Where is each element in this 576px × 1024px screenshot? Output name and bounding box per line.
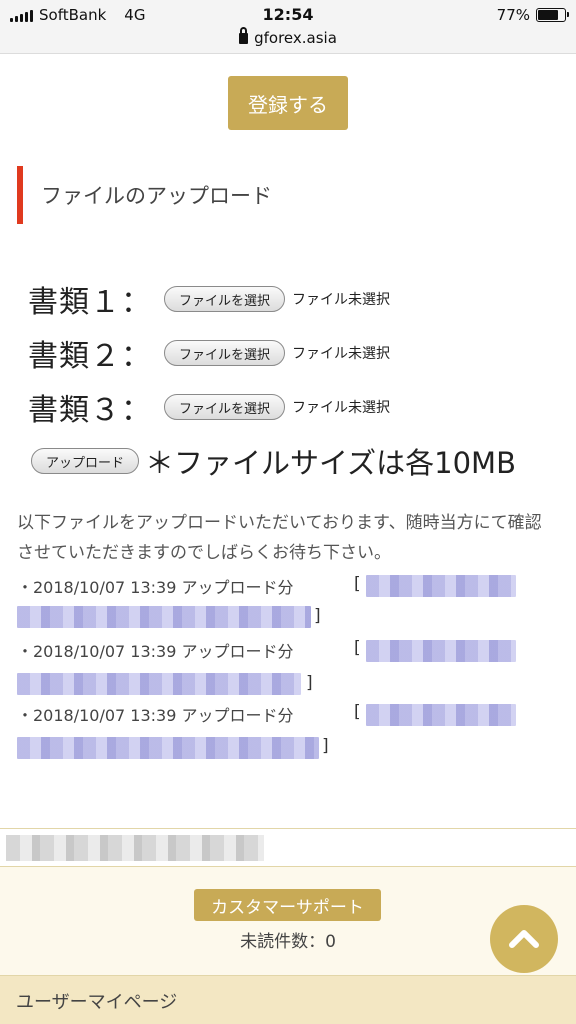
upload-button[interactable]: アップロード — [31, 448, 140, 474]
document-row-1: 書類１： ファイルを選択 ファイル未選択 — [28, 277, 390, 321]
uploaded-file-link-3-cont[interactable] — [17, 737, 319, 759]
bracket-close: ] — [314, 606, 321, 626]
upload-notice: 以下ファイルをアップロードいただいております、随時当方にて確認させていただきます… — [17, 513, 542, 563]
address-bar[interactable]: gforex.asia — [0, 27, 576, 47]
choose-file-button-2[interactable]: ファイルを選択 — [164, 340, 286, 366]
unread-count-text: 未読件数：0 — [240, 932, 336, 952]
uploaded-item-3-text: ・2018/10/07 13:39 アップロード分 — [17, 706, 294, 725]
document-row-2: 書類２： ファイルを選択 ファイル未選択 — [28, 331, 390, 375]
uploaded-file-link-1-cont[interactable] — [17, 606, 311, 628]
battery-fill — [538, 10, 559, 20]
uploaded-file-link-2[interactable] — [366, 640, 516, 662]
status-bar: SoftBank 4G 12:54 gforex.asia 77% — [0, 0, 576, 54]
document-label: 書類２： — [28, 339, 152, 374]
bracket-close: ] — [306, 673, 313, 693]
url-text: gforex.asia — [254, 29, 337, 47]
uploaded-file-link-3[interactable] — [366, 704, 516, 726]
scroll-to-top-button[interactable] — [490, 905, 558, 973]
uploaded-item-1-text: ・2018/10/07 13:39 アップロード分 — [17, 578, 294, 597]
choose-file-button-3[interactable]: ファイルを選択 — [164, 394, 286, 420]
uploaded-item-2-text: ・2018/10/07 13:39 アップロード分 — [17, 642, 294, 661]
chevron-up-icon — [509, 930, 539, 948]
uploaded-file-link-1[interactable] — [366, 575, 516, 597]
file-status: ファイル未選択 — [292, 400, 391, 416]
bracket-open: [ — [354, 638, 361, 658]
upload-row: アップロード ＊ファイルサイズは各10MB — [31, 440, 516, 482]
battery-icon — [536, 8, 569, 22]
choose-file-button-1[interactable]: ファイルを選択 — [164, 286, 286, 312]
register-button[interactable]: 登録する — [228, 76, 348, 130]
clock: 12:54 — [262, 5, 314, 24]
file-status: ファイル未選択 — [292, 292, 391, 308]
footer: カスタマーサポート 未読件数：0 ユーザーマイページ — [0, 828, 576, 1024]
bracket-close: ] — [322, 736, 329, 756]
document-label: 書類３： — [28, 393, 152, 428]
bracket-open: [ — [354, 702, 361, 722]
document-label: 書類１： — [28, 285, 152, 320]
footer-user-bar — [0, 829, 576, 867]
bracket-open: [ — [354, 574, 361, 594]
lock-icon — [239, 27, 249, 44]
file-size-note: ＊ファイルサイズは各10MB — [145, 446, 516, 480]
user-name-redacted — [6, 835, 264, 861]
uploaded-file-link-2-cont[interactable] — [17, 673, 301, 695]
status-right: 77% — [496, 6, 569, 24]
battery-percent: 77% — [496, 6, 530, 24]
user-mypage-bar[interactable]: ユーザーマイページ — [0, 975, 576, 1024]
file-status: ファイル未選択 — [292, 346, 391, 362]
section-title: ファイルのアップロード — [17, 166, 272, 224]
document-row-3: 書類３： ファイルを選択 ファイル未選択 — [28, 385, 390, 429]
customer-support-button[interactable]: カスタマーサポート — [194, 889, 381, 921]
